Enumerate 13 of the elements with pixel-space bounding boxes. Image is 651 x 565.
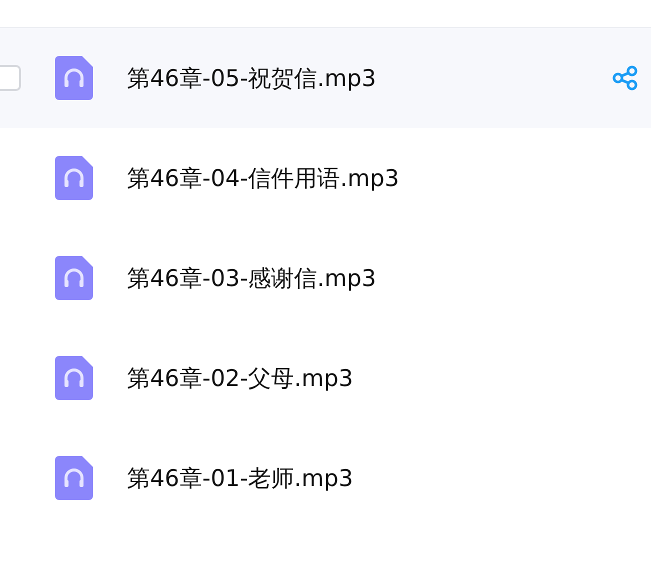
audio-file-icon (55, 356, 93, 400)
file-name[interactable]: 第46章-01-老师.mp3 (127, 462, 354, 494)
file-name[interactable]: 第46章-05-祝贺信.mp3 (127, 62, 376, 94)
audio-file-icon (55, 56, 93, 100)
file-name[interactable]: 第46章-04-信件用语.mp3 (127, 162, 400, 194)
audio-file-icon (55, 256, 93, 300)
file-row[interactable]: 第46章-05-祝贺信.mp3 (0, 28, 651, 128)
file-name[interactable]: 第46章-03-感谢信.mp3 (127, 262, 376, 294)
audio-file-icon (55, 456, 93, 500)
file-name[interactable]: 第46章-02-父母.mp3 (127, 362, 354, 394)
audio-file-icon (55, 156, 93, 200)
share-icon[interactable] (612, 65, 638, 91)
checkbox[interactable] (0, 65, 21, 91)
